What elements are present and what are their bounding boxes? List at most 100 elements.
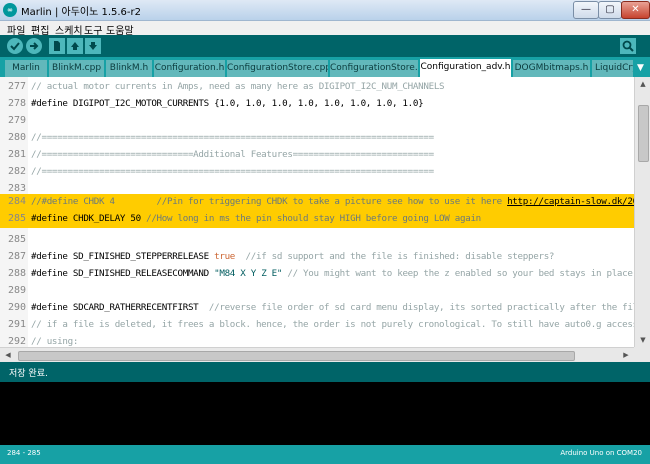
arrow-right-icon [30, 42, 39, 50]
console-output[interactable] [0, 382, 650, 445]
code-define: #define SDCARD_RATHERRECENTFIRST [31, 302, 209, 313]
line-number: 292 [8, 336, 27, 347]
tab-blinkm-cpp[interactable]: BlinkM.cpp [49, 60, 104, 77]
board-port-info: Arduino Uno on COM20 [560, 449, 642, 457]
scroll-down-arrow-icon[interactable]: ▼ [635, 333, 650, 347]
tab-configuration-adv-h[interactable]: Configuration_adv.h [420, 59, 511, 77]
line-number: 281 [8, 149, 27, 160]
code-text: #define SDCARD_RATHERRECENTFIRST //rever… [31, 302, 650, 313]
line-number: 285 [8, 234, 27, 245]
line-number: 279 [8, 115, 27, 126]
arrow-down-icon [89, 42, 97, 50]
code-define: #define CHDK_DELAY 50 [31, 213, 147, 224]
vertical-scroll-thumb[interactable] [638, 105, 649, 162]
line-number: 285 [8, 213, 27, 224]
status-message: 저장 완료. [9, 369, 48, 379]
scrollbar-corner [634, 347, 650, 362]
close-button[interactable]: ✕ [621, 1, 650, 19]
code-line: 289 [0, 283, 634, 300]
line-number: 282 [8, 166, 27, 177]
menu-bar: 파일 편집 스케치 도구 도움말 [0, 21, 650, 37]
status-bar: 저장 완료. [0, 362, 650, 382]
code-line: 291 // if a file is deleted, it frees a … [0, 317, 650, 334]
code-text: //=============================Additiona… [31, 149, 434, 160]
code-text: // if a file is deleted, it frees a bloc… [31, 319, 650, 330]
code-text: #define CHDK_DELAY 50 //How long in ms t… [31, 213, 481, 224]
code-text: //======================================… [31, 166, 434, 177]
code-define: #define SD_FINISHED_RELEASECOMMAND [31, 268, 215, 279]
code-line-selected: 284 //#define CHDK 4 //Pin for triggerin… [0, 194, 650, 211]
code-line: 279 [0, 113, 634, 130]
footer-bar: 284 - 285 Arduino Uno on COM20 [0, 445, 650, 464]
horizontal-scroll-thumb[interactable] [18, 351, 575, 361]
line-number: 278 [8, 98, 27, 109]
code-comment: //reverse file order of sd card menu dis… [208, 302, 650, 313]
tab-configuration-h[interactable]: Configuration.h [154, 60, 225, 77]
line-number: 289 [8, 285, 27, 296]
minimize-button[interactable]: — [573, 1, 599, 19]
code-string: "M84 X Y Z E" [214, 268, 283, 279]
maximize-button[interactable]: ▢ [598, 1, 622, 19]
line-number: 288 [8, 268, 27, 279]
code-line: 287 #define SD_FINISHED_STEPPERRELEASE t… [0, 249, 634, 266]
code-comment: //#define CHDK 4 //Pin for triggering CH… [31, 196, 508, 207]
tab-configurationstore-cpp[interactable]: ConfigurationStore.cpp [227, 60, 328, 77]
code-text: //#define CHDK 4 //Pin for triggering CH… [31, 196, 650, 207]
arrow-up-icon [71, 42, 79, 50]
verify-button[interactable] [7, 38, 23, 54]
code-comment: //if sd support and the file is finished… [235, 251, 555, 262]
line-number: 291 [8, 319, 27, 330]
code-define: #define SD_FINISHED_STEPPERRELEASE [31, 251, 215, 262]
code-comment: //How long in ms the pin should stay HIG… [146, 213, 481, 224]
code-line: 285 [0, 232, 634, 249]
code-line: 288 #define SD_FINISHED_RELEASECOMMAND "… [0, 266, 638, 283]
upload-button[interactable] [26, 38, 42, 54]
code-line: 281 //=============================Addit… [0, 147, 634, 164]
code-line-selected: 285 #define CHDK_DELAY 50 //How long in … [0, 211, 634, 228]
code-text: // actual motor currents in Amps, need a… [31, 81, 445, 92]
code-text: #define DIGIPOT_I2C_MOTOR_CURRENTS {1.0,… [31, 98, 424, 109]
line-number: 280 [8, 132, 27, 143]
magnifier-icon [622, 40, 634, 52]
tab-marlin[interactable]: Marlin [5, 60, 47, 77]
line-number: 283 [8, 183, 27, 194]
url-link[interactable]: http://captain-slow.dk/2014/03/09/3d-pri… [507, 196, 650, 207]
line-range: 284 - 285 [7, 449, 41, 457]
code-text: // using: [31, 336, 79, 347]
tab-menu-arrow-icon[interactable]: ▼ [633, 60, 648, 77]
save-button[interactable] [85, 38, 101, 54]
line-number: 277 [8, 81, 27, 92]
line-number: 287 [8, 251, 27, 262]
tab-dogmbitmaps-h[interactable]: DOGMbitmaps.h [513, 60, 590, 77]
horizontal-scrollbar[interactable]: ◀ ▶ [0, 347, 634, 363]
scroll-up-arrow-icon[interactable]: ▲ [635, 77, 650, 91]
new-button[interactable] [49, 38, 65, 54]
tab-bar: Marlin BlinkM.cpp BlinkM.h Configuration… [0, 57, 650, 77]
arduino-logo-icon: ∞ [3, 3, 17, 17]
code-keyword: true [214, 251, 236, 262]
line-number: 284 [8, 196, 27, 207]
window-title: Marlin | 아두이노 1.5.6-r2 [21, 7, 141, 18]
serial-monitor-button[interactable] [620, 38, 636, 54]
scroll-left-arrow-icon[interactable]: ◀ [0, 348, 16, 362]
code-line: 282 //==================================… [0, 164, 634, 181]
code-line: 290 #define SDCARD_RATHERRECENTFIRST //r… [0, 300, 650, 317]
code-line: 278 #define DIGIPOT_I2C_MOTOR_CURRENTS {… [0, 96, 634, 113]
code-text: #define SD_FINISHED_RELEASECOMMAND "M84 … [31, 268, 638, 279]
tab-blinkm-h[interactable]: BlinkM.h [106, 60, 152, 77]
vertical-scrollbar[interactable]: ▲ ▼ [634, 77, 650, 347]
tab-configurationstore-h[interactable]: ConfigurationStore.h [330, 60, 418, 77]
code-line: 277 // actual motor currents in Amps, ne… [0, 79, 634, 96]
code-line: 280 //==================================… [0, 130, 634, 147]
scroll-right-arrow-icon[interactable]: ▶ [618, 348, 634, 362]
open-button[interactable] [67, 38, 83, 54]
code-comment: // You might want to keep the z enabled … [282, 268, 638, 279]
new-file-icon [54, 41, 60, 51]
line-number: 290 [8, 302, 27, 313]
code-text: //======================================… [31, 132, 434, 143]
code-text: #define SD_FINISHED_STEPPERRELEASE true … [31, 251, 554, 262]
toolbar [0, 35, 650, 57]
checkmark-icon [10, 42, 20, 51]
code-editor[interactable]: 277 // actual motor currents in Amps, ne… [0, 77, 650, 362]
title-bar: ∞ Marlin | 아두이노 1.5.6-r2 — ▢ ✕ [0, 0, 650, 21]
